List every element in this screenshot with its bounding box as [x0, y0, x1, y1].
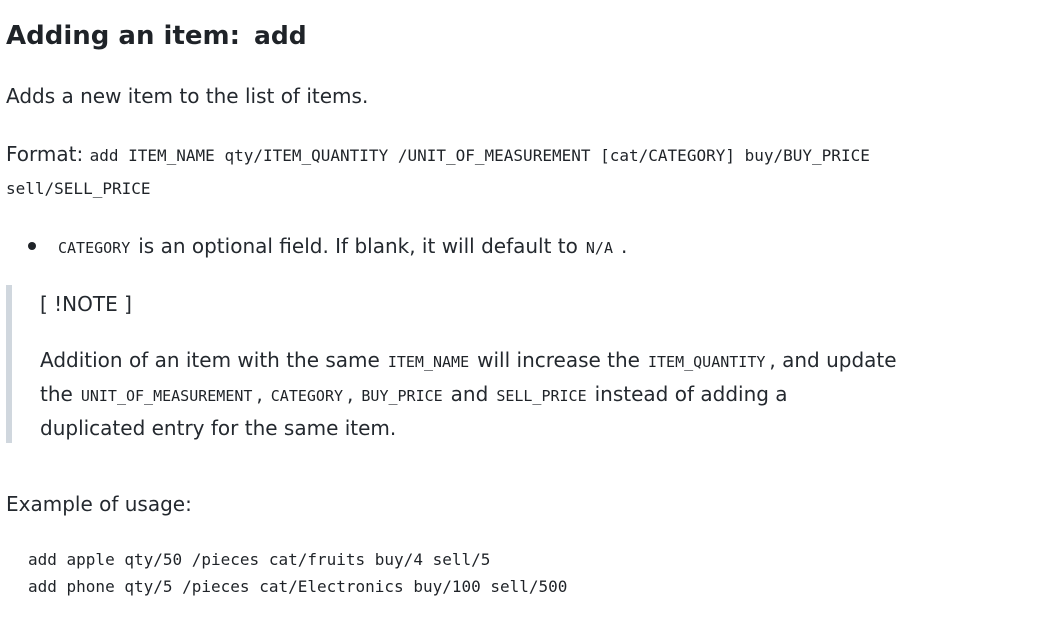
inline-code-category: CATEGORY — [270, 387, 344, 405]
section-heading: Adding an item: add — [6, 16, 307, 56]
inline-code-na: N/A — [585, 239, 613, 257]
note-text: Addition of an item with the same — [40, 348, 380, 372]
heading-text: Adding an item: — [6, 21, 240, 51]
note-text: instead of adding a — [594, 382, 788, 406]
inline-code-unit: UNIT_OF_MEASUREMENT — [80, 387, 253, 405]
note-title: [ !NOTE ] — [40, 292, 132, 316]
note-text: will increase the — [477, 348, 640, 372]
note-text: , and update — [769, 348, 897, 372]
format-syntax-line2-wrap: sell/SELL_PRICE — [6, 172, 151, 206]
code-line: add phone qty/5 /pieces cat/Electronics … — [28, 577, 568, 596]
inline-code-sell-price: SELL_PRICE — [496, 387, 587, 405]
list-item: CATEGORY is an optional field. If blank, … — [28, 229, 627, 265]
bullet-period: . — [620, 234, 628, 258]
bullet-text: is an optional field. If blank, it will … — [138, 234, 578, 258]
format-syntax-line1: add ITEM_NAME qty/ITEM_QUANTITY /UNIT_OF… — [89, 146, 870, 165]
inline-code-item-name: ITEM_NAME — [387, 353, 470, 371]
format-label: Format: — [6, 142, 84, 166]
note-line-2: the UNIT_OF_MEASUREMENT, CATEGORY, BUY_PRIC… — [40, 377, 788, 413]
bullet-icon — [28, 242, 36, 250]
intro-paragraph: Adds a new item to the list of items. — [6, 84, 369, 108]
example-label: Example of usage: — [6, 492, 192, 516]
heading-command: add — [254, 21, 307, 50]
note-blockquote: [ !NOTE ] Addition of an item with the s… — [6, 285, 1012, 443]
format-syntax-line2: sell/SELL_PRICE — [6, 179, 151, 198]
note-separator: , — [256, 382, 263, 406]
inline-code-item-quantity: ITEM_QUANTITY — [648, 353, 766, 371]
inline-code-category: CATEGORY — [58, 239, 131, 257]
format-paragraph: Format: add ITEM_NAME qty/ITEM_QUANTITY … — [6, 137, 870, 173]
code-block: add apple qty/50 /pieces cat/fruits buy/… — [28, 546, 567, 600]
note-text: and — [450, 382, 489, 406]
note-text: the — [40, 382, 73, 406]
note-line-1: Addition of an item with the same ITEM_NA… — [40, 343, 897, 379]
note-line-3: duplicated entry for the same item. — [40, 416, 397, 440]
inline-code-buy-price: BUY_PRICE — [361, 387, 443, 405]
code-line: add apple qty/50 /pieces cat/fruits buy/… — [28, 550, 491, 569]
